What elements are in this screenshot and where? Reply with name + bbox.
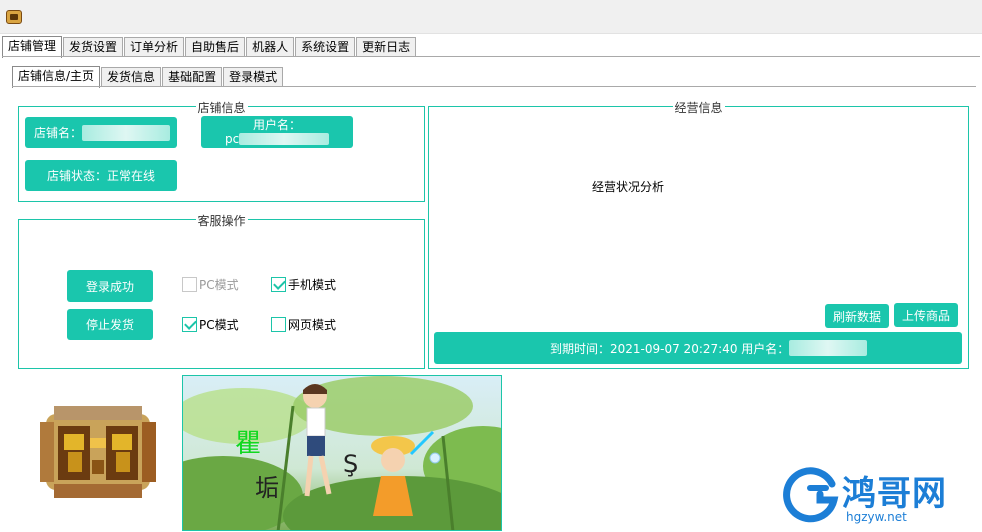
checkbox-box — [182, 277, 197, 292]
username-prefix: pc — [225, 132, 240, 146]
shop-name-label: 店铺名： — [34, 126, 83, 140]
upload-product-button[interactable]: 上传商品 — [894, 303, 958, 327]
tab-self-service[interactable]: 自助售后 — [185, 37, 246, 57]
checkbox-box-checked — [182, 317, 197, 332]
business-analysis-label: 经营状况分析 — [592, 180, 665, 194]
checkbox-box — [271, 317, 286, 332]
illustration-glyph-3: Ş — [343, 450, 358, 478]
watermark-title: 鸿哥网 — [842, 474, 947, 514]
stop-shipping-button[interactable]: 停止发货 — [67, 309, 153, 340]
illustration-glyph-1: 瞿 — [235, 429, 261, 459]
shop-status-button[interactable]: 店铺状态：正常在线 — [25, 160, 177, 191]
pc-mode-label-disabled: PC模式 — [199, 278, 239, 292]
tab-shipping-info[interactable]: 发货信息 — [101, 67, 162, 87]
mobile-mode-label: 手机模式 — [288, 278, 337, 292]
main-tab-divider — [2, 56, 980, 57]
app-icon — [6, 10, 22, 24]
sub-tab-divider — [12, 86, 976, 87]
username-redacted — [239, 133, 330, 145]
pixelated-logo-image — [40, 406, 156, 498]
username-button[interactable]: 用户名： pc — [201, 116, 353, 148]
business-info-group: 经营信息 — [428, 99, 969, 369]
tab-system-settings[interactable]: 系统设置 — [295, 37, 356, 57]
tab-shipping-settings[interactable]: 发货设置 — [63, 37, 124, 57]
illustration-svg: 瞿 垢 Ş — [183, 376, 501, 530]
username-label: 用户名： — [252, 118, 301, 132]
tab-basic-config[interactable]: 基础配置 — [162, 67, 223, 87]
title-bar — [0, 0, 982, 34]
expiry-username-redacted — [789, 340, 868, 356]
sub-tab-bar: 店铺信息/主页 发货信息 基础配置 登录模式 — [12, 66, 284, 88]
shop-name-button[interactable]: 店铺名： — [25, 117, 177, 148]
illustration-glyph-2: 垢 — [255, 474, 279, 502]
web-mode-label: 网页模式 — [288, 318, 337, 332]
summer-illustration-image: 瞿 垢 Ş — [182, 375, 502, 531]
pc-mode-checkbox[interactable]: PC模式 — [182, 316, 239, 333]
business-info-title: 经营信息 — [672, 99, 725, 116]
watermark: 鸿哥网 hgzyw.net — [780, 466, 980, 526]
shop-name-redacted — [82, 124, 171, 141]
refresh-data-button[interactable]: 刷新数据 — [825, 304, 889, 328]
pc-mode-label: PC模式 — [199, 318, 239, 332]
watermark-url: hgzyw.net — [846, 510, 907, 524]
tab-robot[interactable]: 机器人 — [246, 37, 295, 57]
tab-login-mode[interactable]: 登录模式 — [223, 67, 284, 87]
mobile-mode-checkbox[interactable]: 手机模式 — [271, 276, 336, 293]
service-ops-title: 客服操作 — [195, 212, 248, 229]
tab-shop-management[interactable]: 店铺管理 — [2, 36, 63, 58]
shop-info-title: 店铺信息 — [195, 99, 248, 116]
tab-shop-info-home[interactable]: 店铺信息/主页 — [12, 66, 101, 88]
tab-order-analysis[interactable]: 订单分析 — [124, 37, 185, 57]
web-mode-checkbox[interactable]: 网页模式 — [271, 316, 336, 333]
login-success-button[interactable]: 登录成功 — [67, 270, 153, 302]
checkbox-box-checked — [271, 277, 286, 292]
tab-update-log[interactable]: 更新日志 — [356, 37, 417, 57]
pc-mode-checkbox-disabled[interactable]: PC模式 — [182, 276, 239, 293]
main-tab-bar: 店铺管理 发货设置 订单分析 自助售后 机器人 系统设置 更新日志 — [2, 36, 417, 58]
expiry-text: 到期时间：2021-09-07 20:27:40 用户名： — [550, 341, 790, 356]
expiry-bar: 到期时间：2021-09-07 20:27:40 用户名： — [434, 332, 962, 364]
watermark-logo-icon — [783, 467, 839, 523]
